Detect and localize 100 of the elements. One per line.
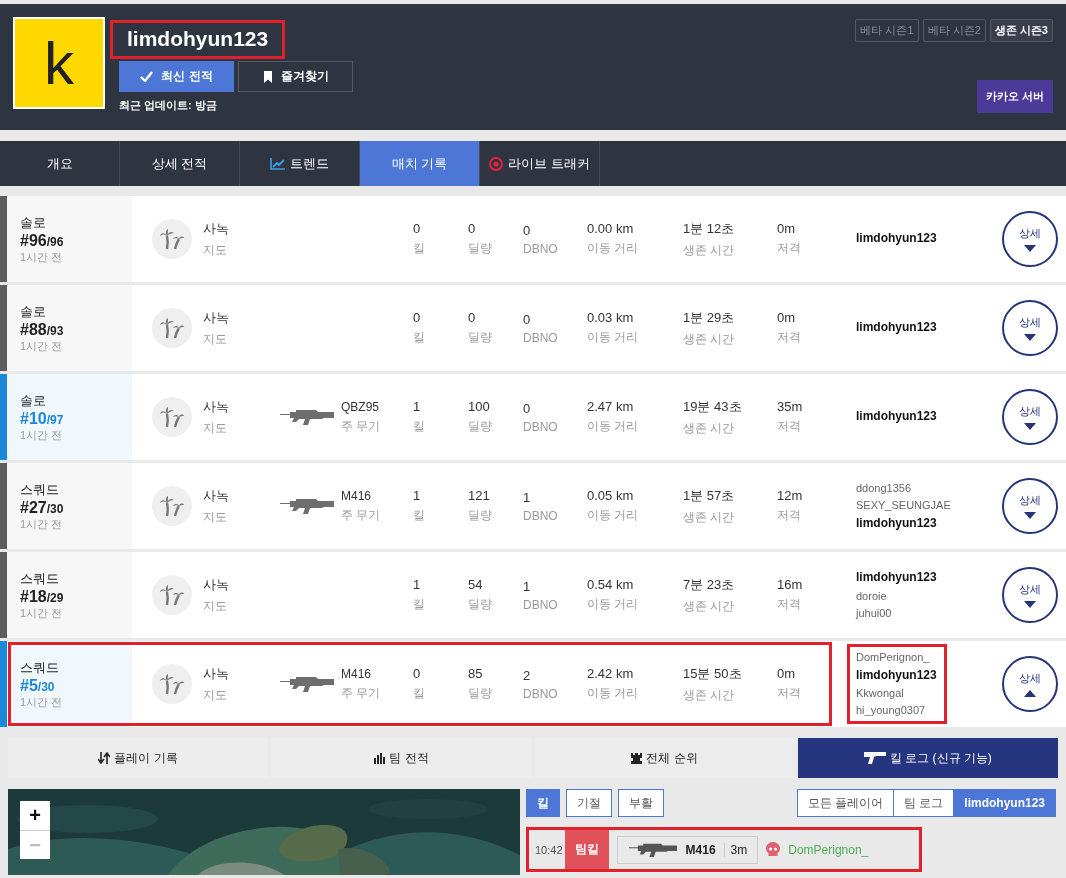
player-name[interactable]: SEXY_SEUNGJAE (856, 498, 951, 513)
player-name[interactable]: DomPerignon_ (856, 650, 938, 665)
stat-label: 생존 시간 (683, 419, 736, 437)
map-name: 사녹 (203, 397, 229, 416)
player-name[interactable]: ddong1356 (856, 480, 951, 496)
stat-value: 0 (523, 311, 532, 327)
rank-text: #96/96 (20, 231, 65, 250)
stat-label: 딜량 (468, 685, 493, 702)
stat-label: 딜량 (468, 596, 493, 613)
stat-label: 저격 (777, 418, 802, 435)
stat-value: 121 (468, 488, 491, 503)
server-button[interactable]: 카카오 서버 (976, 80, 1053, 113)
stat-label: 저격 (777, 596, 802, 613)
player-name[interactable]: limdohyun123 (856, 320, 938, 336)
stat-label: 이동 거리 (587, 685, 640, 702)
stat-value: 0 (523, 222, 532, 238)
stat-value: 1 (523, 489, 532, 505)
map-name: 사녹 (203, 219, 229, 238)
rank-text: #18/29 (20, 587, 65, 606)
stat-value: 0 (523, 400, 532, 416)
rank-text: #10/97 (20, 409, 65, 428)
detail-button[interactable]: 상세 (1002, 478, 1058, 534)
stat-label: DBNO (523, 419, 559, 434)
line-chart-icon (270, 157, 285, 170)
match-time: 1시간 전 (20, 605, 64, 621)
triangle-icon (1024, 245, 1036, 252)
season-tab[interactable]: 베타 시즌2 (922, 19, 986, 42)
stat-value: 0m (777, 221, 797, 236)
header-button[interactable]: 즐겨찾기 (238, 61, 353, 92)
stat-value: 2.42 km (587, 666, 635, 681)
stat-value: 0.54 km (587, 577, 635, 592)
detail-button[interactable]: 상세 (1002, 389, 1058, 445)
sort-icon (98, 752, 111, 764)
username: limdohyun123 (110, 20, 286, 59)
stat-label: 딜량 (468, 507, 493, 524)
mode-name: 솔로 (20, 302, 47, 321)
target-icon (489, 156, 504, 171)
map-label: 지도 (203, 686, 228, 704)
player-name[interactable]: limdohyun123 (856, 569, 938, 586)
filter-button[interactable]: 기절 (566, 789, 612, 817)
nav-tab[interactable]: 매치 기록 (360, 141, 480, 186)
triangle-icon (1024, 334, 1036, 341)
view-button[interactable]: 모든 플레이어 (796, 789, 894, 817)
stat-label: 이동 거리 (587, 507, 640, 524)
filter-button[interactable]: 부활 (618, 789, 664, 817)
match-time: 1시간 전 (20, 249, 64, 265)
stat-value: 1 (523, 578, 532, 594)
stat-label: 킬 (413, 596, 426, 613)
detail-button[interactable]: 상세 (1002, 211, 1058, 267)
season-tab[interactable]: 베타 시즌1 (855, 19, 919, 42)
detail-button[interactable]: 상세 (1002, 300, 1058, 356)
check-icon (140, 71, 154, 82)
weapon-name: M416 (685, 842, 716, 857)
weapon-name: M416 (341, 488, 373, 503)
player-name[interactable]: hi_young0307 (856, 703, 938, 718)
view-button[interactable]: limdohyun123 (954, 789, 1056, 817)
detail-button[interactable]: 상세 (1002, 656, 1058, 712)
triangle-icon (1024, 690, 1036, 697)
player-name[interactable]: Kkwongal (856, 686, 938, 701)
player-name[interactable]: limdohyun123 (856, 409, 938, 425)
stat-label: 저격 (777, 685, 802, 702)
player-name[interactable]: limdohyun123 (856, 515, 951, 532)
stat-value: 0.03 km (587, 310, 635, 325)
stat-value: 0.05 km (587, 488, 635, 503)
palm-tree-icon (152, 575, 192, 615)
detail-button[interactable]: 상세 (1002, 567, 1058, 623)
rank-text: #27/30 (20, 498, 65, 517)
nav-tab[interactable]: 상세 전적 (120, 141, 240, 186)
rook-icon (631, 752, 643, 764)
player-name[interactable]: limdohyun123 (856, 667, 938, 684)
filter-button[interactable]: 킬 (526, 789, 560, 817)
stat-label: DBNO (523, 686, 559, 701)
avatar-logo: k (13, 17, 105, 109)
map-name: 사녹 (203, 664, 229, 683)
rank-text: #5/30 (20, 676, 56, 695)
stat-value: 1 (413, 488, 422, 503)
match-time: 1시간 전 (20, 516, 64, 532)
player-name[interactable]: limdohyun123 (856, 231, 938, 247)
kill-distance: 3m (723, 842, 748, 857)
view-button[interactable]: 팀 로그 (893, 789, 955, 817)
stat-label: 킬 (413, 685, 426, 702)
stat-value: 2 (523, 667, 532, 683)
nav-tab[interactable]: 라이브 트래커 (480, 141, 600, 186)
palm-tree-icon (152, 308, 192, 348)
stat-label: 킬 (413, 240, 426, 257)
nav-tab[interactable]: 개요 (0, 141, 120, 186)
section-tab[interactable]: 킬 로그 (신규 기능) (797, 738, 1058, 778)
player-name[interactable]: doroie (856, 588, 938, 603)
stat-value: 100 (468, 399, 491, 414)
match-time: 1시간 전 (20, 694, 64, 710)
stat-value: 0m (777, 310, 797, 325)
map-label: 지도 (203, 419, 228, 437)
rifle-icon (280, 497, 334, 515)
season-tab[interactable]: 생존 시즌3 (989, 19, 1053, 42)
stat-label: 생존 시간 (683, 241, 736, 259)
player-name[interactable]: juhui00 (856, 605, 938, 621)
stat-label: DBNO (523, 241, 559, 256)
stat-value: 0 (413, 221, 422, 236)
header-button[interactable]: 최신 전적 (119, 61, 234, 92)
stat-value: 7분 23초 (683, 575, 736, 594)
